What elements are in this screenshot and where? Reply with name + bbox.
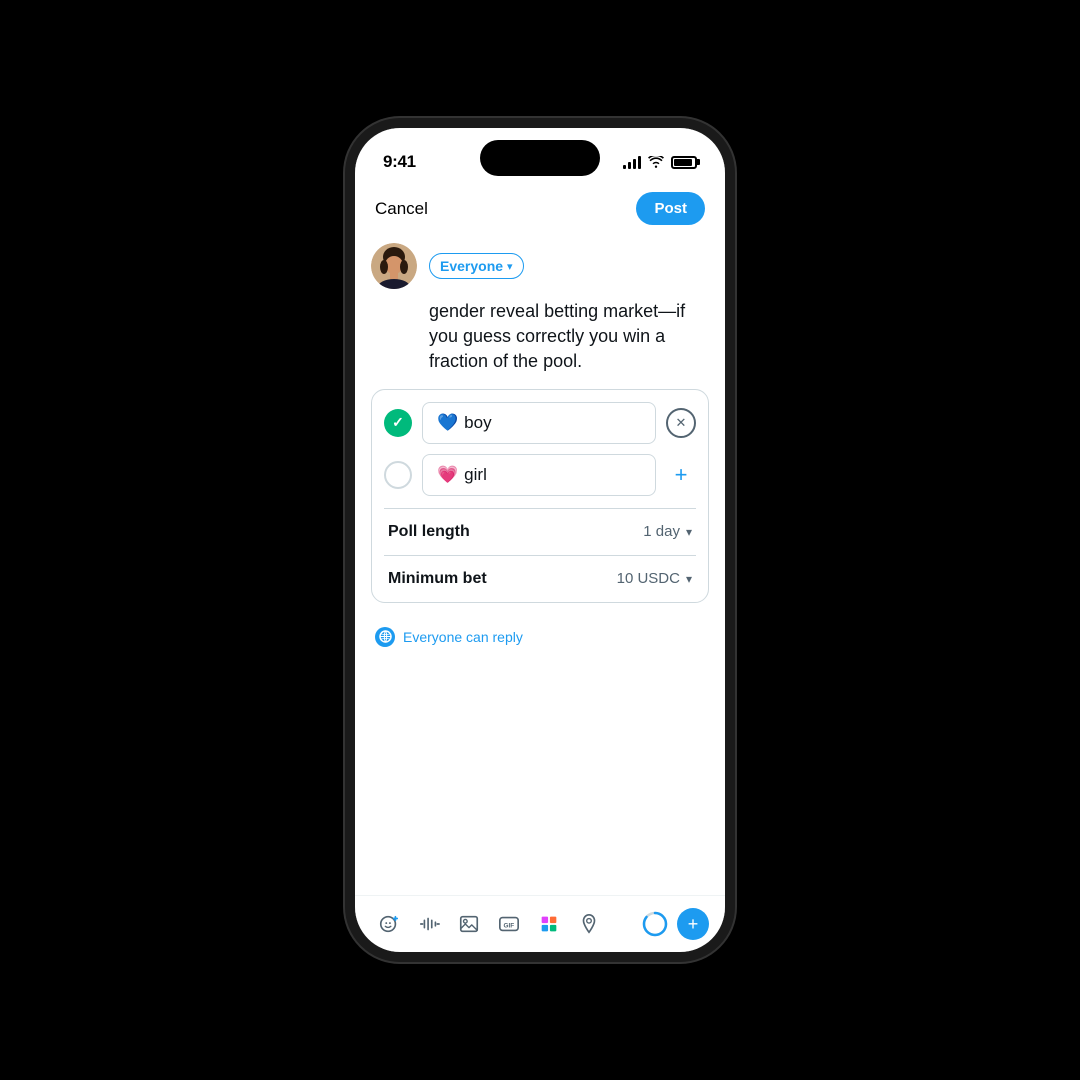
battery-icon bbox=[671, 156, 697, 169]
header: Cancel Post bbox=[355, 182, 725, 235]
everyone-can-reply[interactable]: Everyone can reply bbox=[355, 613, 725, 661]
gif-button[interactable]: GIF bbox=[491, 906, 527, 942]
emoji-plus-button[interactable] bbox=[371, 906, 407, 942]
volume-up-button[interactable] bbox=[345, 313, 346, 373]
image-button[interactable] bbox=[451, 906, 487, 942]
status-icons bbox=[623, 155, 697, 169]
cancel-button[interactable]: Cancel bbox=[375, 199, 428, 219]
option2-emoji: 💗 bbox=[437, 465, 458, 485]
minimum-bet-chevron-icon: ▾ bbox=[686, 572, 692, 586]
toolbar-icons: GIF bbox=[371, 906, 607, 942]
minimum-bet-row[interactable]: Minimum bet 10 USDC ▾ bbox=[372, 556, 708, 602]
audience-pill[interactable]: Everyone ▾ bbox=[429, 253, 524, 279]
add-content-button[interactable]: + bbox=[677, 908, 709, 940]
radio-unchecked-icon[interactable] bbox=[384, 461, 412, 489]
checkmark-icon: ✓ bbox=[392, 414, 404, 431]
poll-length-row[interactable]: Poll length 1 day ▾ bbox=[372, 509, 708, 555]
wifi-icon bbox=[648, 156, 664, 168]
audience-label: Everyone bbox=[440, 258, 503, 274]
tweet-compose: Everyone ▾ gender reveal betting market—… bbox=[355, 243, 725, 389]
user-row: Everyone ▾ bbox=[371, 243, 709, 289]
poll-length-label: Poll length bbox=[388, 523, 470, 541]
everyone-can-reply-text: Everyone can reply bbox=[403, 629, 523, 645]
remove-x-icon: ✕ bbox=[676, 415, 687, 431]
battery-fill bbox=[674, 159, 692, 166]
toolbar-right: + bbox=[641, 908, 709, 940]
status-time: 9:41 bbox=[383, 152, 416, 172]
toolbar: GIF bbox=[355, 895, 725, 952]
tweet-text-area: gender reveal betting market—if you gues… bbox=[371, 299, 709, 375]
option1-emoji: 💙 bbox=[437, 413, 458, 433]
signal-bar-2 bbox=[628, 162, 631, 169]
post-button[interactable]: Post bbox=[636, 192, 705, 225]
option2-text: girl bbox=[464, 465, 487, 485]
signal-bar-3 bbox=[633, 159, 636, 169]
layers-button[interactable] bbox=[531, 906, 567, 942]
volume-down-button[interactable] bbox=[345, 383, 346, 443]
add-option-button[interactable]: + bbox=[666, 460, 696, 490]
poll-option-1-input[interactable]: 💙 boy bbox=[422, 402, 656, 444]
minimum-bet-value-container[interactable]: 10 USDC ▾ bbox=[617, 570, 692, 587]
minimum-bet-label: Minimum bet bbox=[388, 570, 487, 588]
content-area: Everyone ▾ gender reveal betting market—… bbox=[355, 235, 725, 895]
poll-option-2-row: 💗 girl + bbox=[384, 454, 696, 496]
chevron-down-icon: ▾ bbox=[507, 260, 513, 273]
avatar bbox=[371, 243, 417, 289]
remove-option-1-button[interactable]: ✕ bbox=[666, 408, 696, 438]
audio-button[interactable] bbox=[411, 906, 447, 942]
poll-card: ✓ 💙 boy ✕ 💗 bbox=[371, 389, 709, 603]
dynamic-island bbox=[480, 140, 600, 176]
option1-text: boy bbox=[464, 413, 491, 433]
signal-bar-1 bbox=[623, 165, 626, 169]
location-button[interactable] bbox=[571, 906, 607, 942]
poll-length-value-container[interactable]: 1 day ▾ bbox=[643, 523, 692, 540]
radio-checked-icon[interactable]: ✓ bbox=[384, 409, 412, 437]
minimum-bet-value: 10 USDC bbox=[617, 570, 680, 587]
tweet-text[interactable]: gender reveal betting market—if you gues… bbox=[429, 299, 709, 375]
signal-bar-4 bbox=[638, 156, 641, 169]
poll-option-2-input[interactable]: 💗 girl bbox=[422, 454, 656, 496]
screen: 9:41 bbox=[355, 128, 725, 952]
poll-option-1-row: ✓ 💙 boy ✕ bbox=[384, 402, 696, 444]
svg-text:GIF: GIF bbox=[504, 923, 515, 930]
signal-icon bbox=[623, 155, 641, 169]
power-button[interactable] bbox=[734, 313, 735, 393]
character-count-circle bbox=[641, 910, 669, 938]
globe-icon bbox=[375, 627, 395, 647]
phone-frame: 9:41 bbox=[345, 118, 735, 962]
poll-options: ✓ 💙 boy ✕ 💗 bbox=[372, 390, 708, 508]
poll-length-value: 1 day bbox=[643, 523, 680, 540]
poll-length-chevron-icon: ▾ bbox=[686, 525, 692, 539]
status-bar: 9:41 bbox=[355, 128, 725, 182]
